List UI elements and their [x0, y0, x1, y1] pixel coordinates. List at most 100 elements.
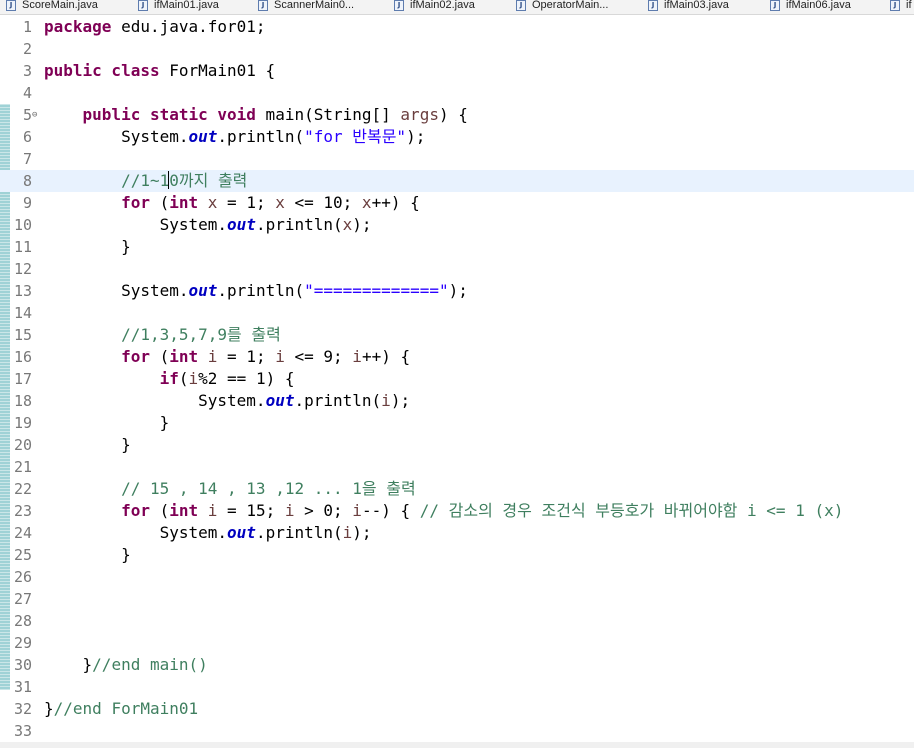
line-number: 11	[13, 238, 32, 256]
tab-scoremain[interactable]: J ScoreMain.java	[6, 0, 98, 13]
tab-label: ifMain03.java	[664, 0, 729, 11]
code-token: }	[44, 699, 54, 718]
line-number: 26	[13, 568, 32, 586]
code-token: //end main()	[92, 655, 208, 674]
code-token: .println(	[294, 391, 382, 410]
code-editor[interactable]: 1 package edu.java.for01; 2 3 public class F…	[0, 16, 914, 748]
code-token: = 15;	[217, 501, 285, 520]
code-line[interactable]: 29	[0, 632, 914, 654]
code-line[interactable]: 27	[0, 588, 914, 610]
java-file-icon: J	[648, 0, 658, 11]
fold-collapse-icon[interactable]: ⊖	[32, 104, 37, 126]
code-line[interactable]: 13 System.out.println("=============");	[0, 280, 914, 302]
java-file-icon: J	[890, 0, 900, 11]
code-line[interactable]: 1 package edu.java.for01;	[0, 16, 914, 38]
code-token: // 감소의 경우 조건식 부등호가 바뀌어야함 i <= 1 (x)	[419, 501, 844, 520]
code-line[interactable]: 24 System.out.println(i);	[0, 522, 914, 544]
line-number: 9	[22, 194, 32, 212]
tab-ifmain01[interactable]: JifMain01.java	[138, 0, 219, 13]
code-token: out	[188, 281, 218, 300]
code-line[interactable]: 25 }	[0, 544, 914, 566]
code-token: for	[121, 347, 150, 366]
code-text: System.out.println(i);	[44, 390, 410, 412]
code-line[interactable]: 20 }	[0, 434, 914, 456]
code-line[interactable]: 2	[0, 38, 914, 60]
code-line[interactable]: 14	[0, 302, 914, 324]
code-line[interactable]: 9 for (int x = 1; x <= 10; x++) {	[0, 192, 914, 214]
code-line[interactable]: 32}//end ForMain01	[0, 698, 914, 720]
code-token: System.	[44, 391, 266, 410]
java-file-icon: J	[6, 0, 16, 11]
code-token: --) {	[361, 501, 420, 520]
horizontal-scrollbar[interactable]	[0, 742, 914, 748]
code-token: //end ForMain01	[53, 699, 199, 718]
code-line[interactable]: 21	[0, 456, 914, 478]
code-line[interactable]: 23 for (int i = 15; i > 0; i--) { // 감소의…	[0, 500, 914, 522]
code-line[interactable]: 5 ⊖ public static void main(String[] args…	[0, 104, 914, 126]
code-token: int	[169, 193, 199, 212]
code-line[interactable]: 31	[0, 676, 914, 698]
code-token: i	[207, 347, 218, 366]
tab-label: ScannerMain0...	[274, 0, 355, 11]
code-line[interactable]: 11 }	[0, 236, 914, 258]
code-line[interactable]: 15 //1,3,5,7,9를 출력	[0, 324, 914, 346]
code-text: for (int i = 1; i <= 9; i++) {	[44, 346, 410, 368]
code-line[interactable]: 4	[0, 82, 914, 104]
code-token: for	[121, 501, 150, 520]
code-token: i	[207, 501, 218, 520]
line-number: 23	[13, 502, 32, 520]
java-file-icon: J	[394, 0, 404, 11]
code-token: %2 == 1) {	[198, 369, 295, 388]
code-token: .println(	[217, 127, 305, 146]
code-token: x	[207, 193, 218, 212]
code-line[interactable]: 26	[0, 566, 914, 588]
tab-operatormain[interactable]: J OperatorMain...	[516, 0, 608, 13]
code-line[interactable]: 33	[0, 720, 914, 742]
code-token: }	[44, 435, 131, 454]
code-line[interactable]: 30 }//end main()	[0, 654, 914, 676]
code-token: "for 반복문"	[304, 127, 407, 146]
tab-label: OperatorMain...	[532, 0, 609, 11]
code-line[interactable]: 12	[0, 258, 914, 280]
code-token: i	[188, 369, 199, 388]
code-lines: 1 package edu.java.for01; 2 3 public class F…	[0, 16, 914, 742]
code-token: main(String[]	[255, 105, 401, 124]
code-text: // 15 , 14 , 13 ,12 ... 1을 출력	[44, 478, 416, 500]
line-number: 31	[13, 678, 32, 696]
code-line[interactable]: 16 for (int i = 1; i <= 9; i++) {	[0, 346, 914, 368]
code-line[interactable]: 3 public class ForMain01 {	[0, 60, 914, 82]
line-number: 19	[13, 414, 32, 432]
code-token: i	[275, 347, 285, 366]
code-line[interactable]: 17 if(i%2 == 1) {	[0, 368, 914, 390]
line-number: 20	[13, 436, 32, 454]
code-line[interactable]: 19 }	[0, 412, 914, 434]
code-token: (	[149, 193, 170, 212]
code-line[interactable]: 10 System.out.println(x);	[0, 214, 914, 236]
code-token: );	[352, 215, 372, 234]
tab-ifmain06[interactable]: JifMain06.java	[770, 0, 851, 13]
line-number: 33	[13, 722, 32, 740]
code-text: //1,3,5,7,9를 출력	[44, 324, 281, 346]
tab-ifmain03[interactable]: JifMain03.java	[648, 0, 729, 13]
code-line[interactable]: 6 System.out.println("for 반복문");	[0, 126, 914, 148]
code-line[interactable]: 7	[0, 148, 914, 170]
code-line[interactable]: 22 // 15 , 14 , 13 ,12 ... 1을 출력	[0, 478, 914, 500]
code-text: System.out.println(i);	[44, 522, 372, 544]
tab-if-truncated[interactable]: Jif	[890, 0, 912, 13]
code-token: out	[188, 127, 218, 146]
line-number: 32	[13, 700, 32, 718]
code-token: .println(	[255, 523, 343, 542]
code-line[interactable]: 18 System.out.println(i);	[0, 390, 914, 412]
code-token: }	[44, 237, 131, 256]
code-line[interactable]: 8 //1~10까지 출력	[0, 170, 914, 192]
code-token: for	[121, 193, 150, 212]
tab-ifmain02[interactable]: JifMain02.java	[394, 0, 475, 13]
tab-scannermain[interactable]: J ScannerMain0...	[258, 0, 354, 13]
line-number: 21	[13, 458, 32, 476]
code-line[interactable]: 28	[0, 610, 914, 632]
